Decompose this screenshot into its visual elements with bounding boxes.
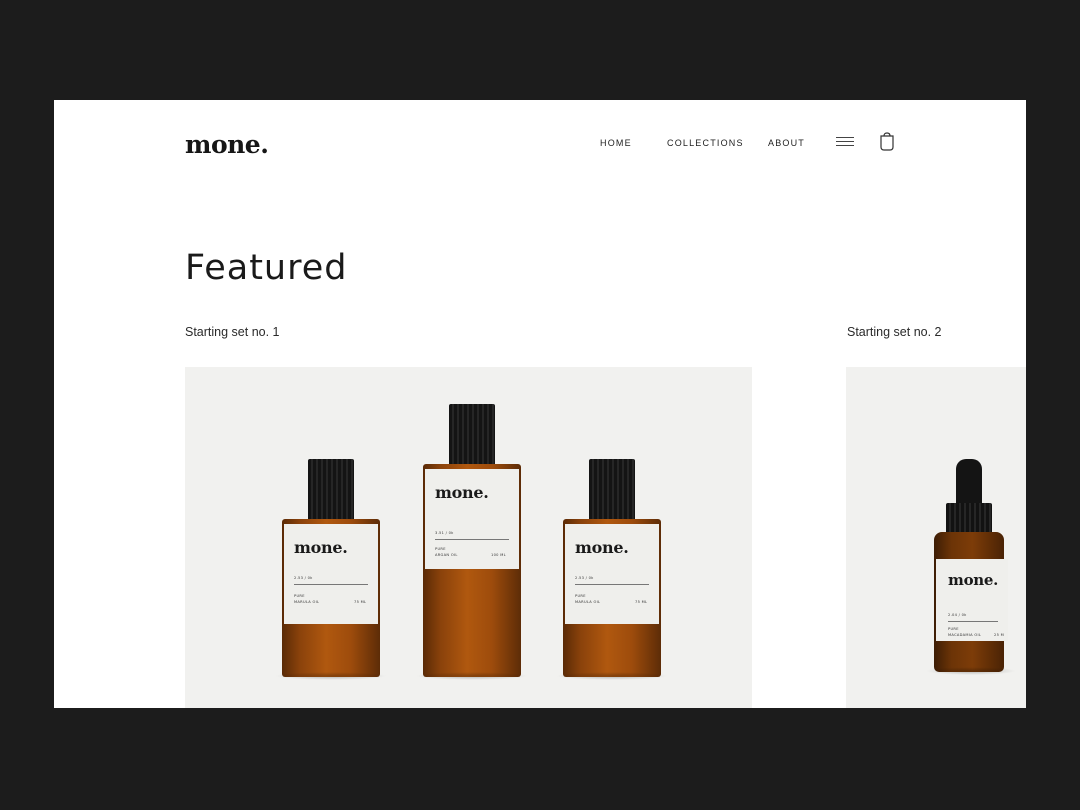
nav-about[interactable]: ABOUT (768, 138, 805, 148)
label-size: 2.04 / 0k (948, 613, 967, 617)
label-brand: mone. (294, 538, 348, 557)
label-brand: mone. (575, 538, 629, 557)
product-bottle-marula: mone. 2.53 / 0k PURE MARULA OIL 75 ML (282, 459, 380, 679)
label-volume: 75 ML (635, 600, 648, 604)
product-dropper-macadamia: mone. 2.04 / 0k PURE MACADAMIA OIL 25 M (934, 459, 1008, 674)
product-card-set-1[interactable]: mone. 2.53 / 0k PURE MARULA OIL 75 ML mo… (185, 367, 752, 708)
hamburger-menu-icon[interactable] (836, 137, 854, 147)
label-size: 2.53 / 0k (294, 576, 313, 580)
label-brand: mone. (948, 571, 999, 589)
brand-logo[interactable]: mone. (185, 130, 269, 159)
label-volume: 100 ML (491, 553, 506, 557)
browser-page: mone. HOME COLLECTIONS ABOUT Featured St… (54, 100, 1026, 708)
shopping-bag-icon[interactable] (879, 132, 895, 157)
label-size: 2.53 / 0k (575, 576, 594, 580)
label-line1: PURE (294, 594, 305, 598)
product-bottle-marula-2: mone. 2.53 / 0k PURE MARULA OIL 75 ML (563, 459, 661, 679)
nav-collections[interactable]: COLLECTIONS (667, 138, 744, 148)
label-line2: MARULA OIL (575, 600, 601, 604)
label-brand: mone. (435, 483, 489, 502)
label-line1: PURE (948, 627, 959, 631)
label-line2: MACADAMIA OIL (948, 633, 982, 637)
label-line1: PURE (435, 547, 446, 551)
label-volume: 25 M (994, 633, 1005, 637)
set-1-label: Starting set no. 1 (185, 325, 280, 339)
label-line2: ARGAN OIL (435, 553, 458, 557)
label-line1: PURE (575, 594, 586, 598)
label-volume: 75 ML (354, 600, 367, 604)
page-title: Featured (185, 248, 348, 289)
label-line2: MARULA OIL (294, 600, 320, 604)
label-size: 3.51 / 0k (435, 531, 454, 535)
nav-home[interactable]: HOME (600, 138, 632, 148)
product-bottle-argan: mone. 3.51 / 0k PURE ARGAN OIL 100 ML (423, 404, 521, 679)
set-2-label: Starting set no. 2 (847, 325, 942, 339)
product-card-set-2[interactable]: mone. 2.04 / 0k PURE MACADAMIA OIL 25 M (846, 367, 1026, 708)
